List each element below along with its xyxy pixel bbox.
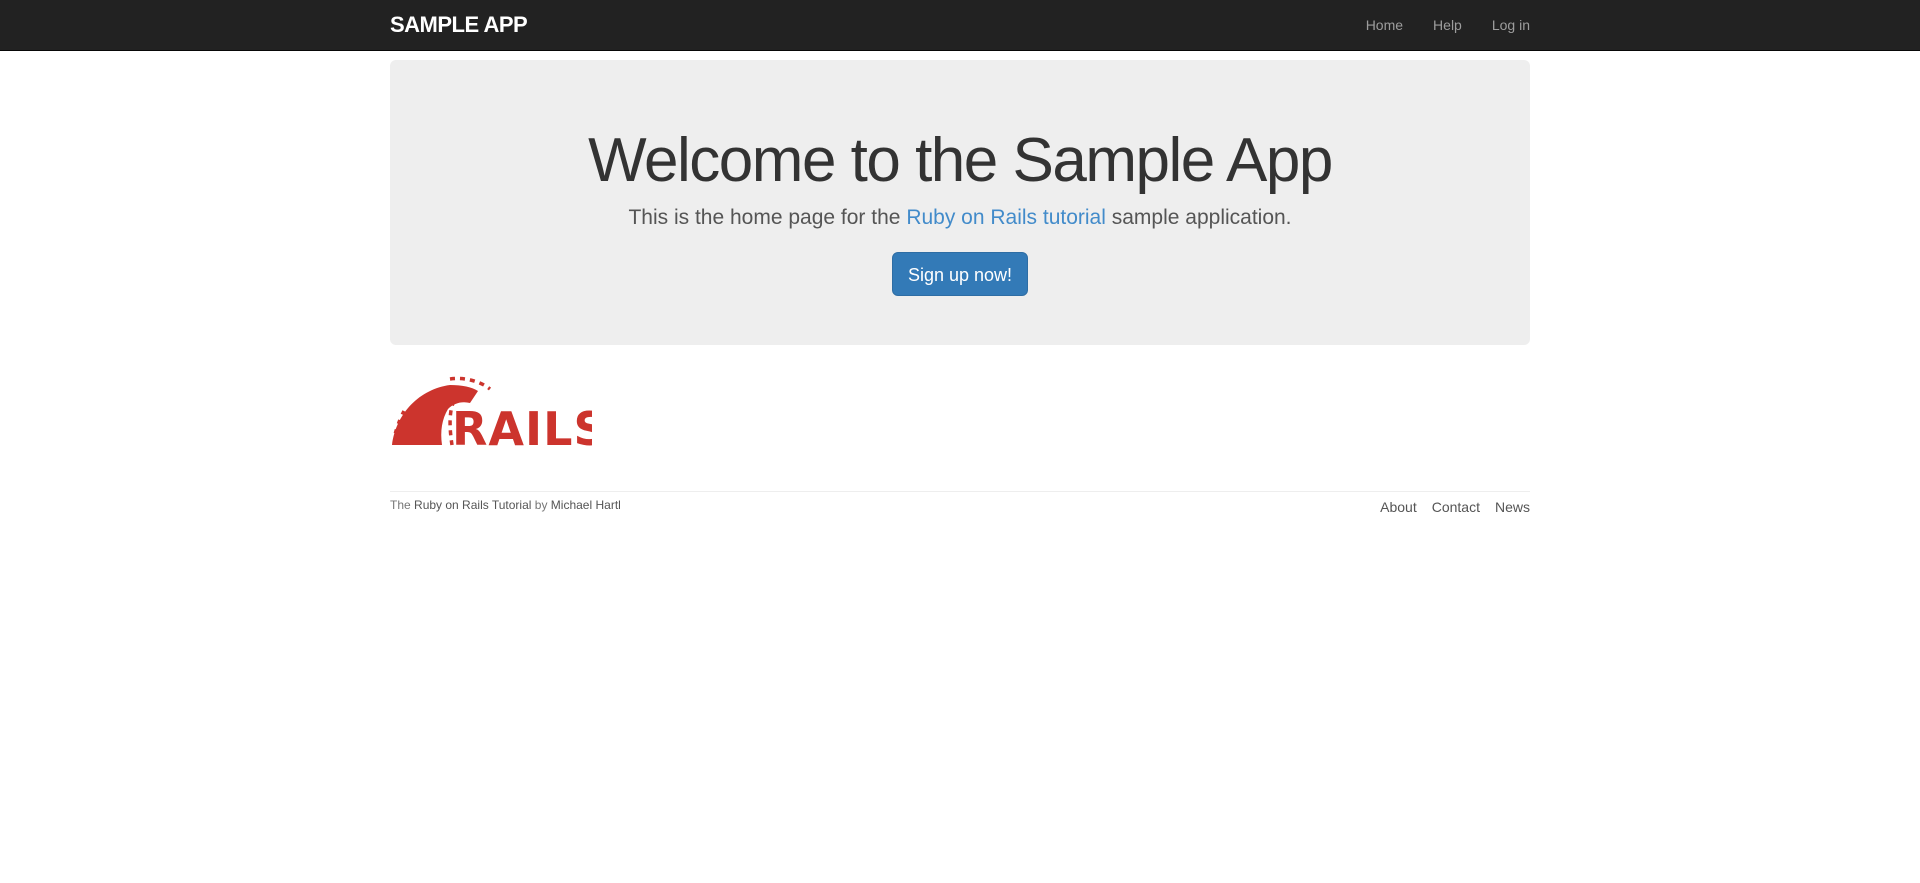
- footer-nav: About Contact News: [1365, 498, 1530, 516]
- rails-tutorial-link[interactable]: Ruby on Rails tutorial: [906, 206, 1106, 229]
- footer-tutorial-link[interactable]: Ruby on Rails Tutorial: [414, 498, 531, 512]
- footer-contact-link[interactable]: Contact: [1432, 498, 1480, 516]
- main-nav: Home Help Log in: [1336, 0, 1530, 50]
- welcome-jumbotron: Welcome to the Sample App This is the ho…: [390, 60, 1530, 345]
- app-logo[interactable]: SAMPLE APP: [390, 11, 528, 39]
- top-navbar: SAMPLE APP Home Help Log in: [0, 0, 1920, 51]
- footer-about-link[interactable]: About: [1380, 498, 1417, 516]
- nav-home-link[interactable]: Home: [1366, 0, 1403, 50]
- rails-logo-text: RAILS: [452, 402, 592, 447]
- footer-credit: The Ruby on Rails Tutorial by Michael Ha…: [390, 497, 621, 513]
- rails-logo-icon: RAILS: [392, 376, 592, 447]
- footer-divider: [390, 491, 1530, 492]
- footer-news-link[interactable]: News: [1495, 498, 1530, 516]
- lead-suffix: sample application.: [1111, 206, 1292, 229]
- credit-by: by: [534, 498, 548, 512]
- lead-prefix: This is the home page for the: [628, 206, 901, 229]
- signup-button[interactable]: Sign up now!: [892, 252, 1028, 296]
- nav-help-link[interactable]: Help: [1433, 0, 1462, 50]
- page-title: Welcome to the Sample App: [588, 126, 1333, 195]
- footer-author-link[interactable]: Michael Hartl: [551, 498, 621, 512]
- credit-the: The: [390, 498, 411, 512]
- lead-text: This is the home page for the Ruby on Ra…: [390, 203, 1530, 233]
- nav-login-link[interactable]: Log in: [1492, 0, 1530, 50]
